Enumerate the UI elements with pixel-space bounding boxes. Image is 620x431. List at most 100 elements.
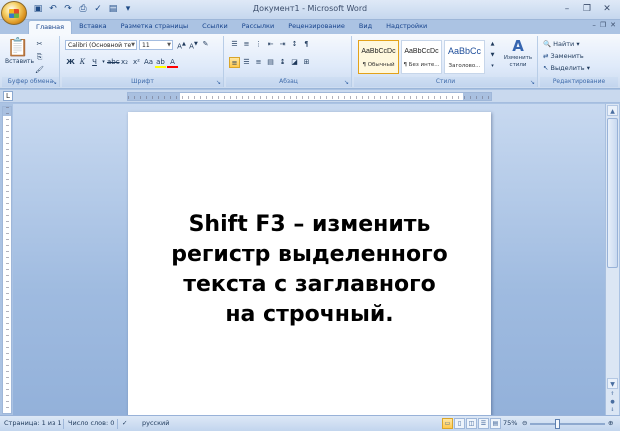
font-family-combo[interactable]: Calibri (Основной те ▼ bbox=[65, 40, 137, 50]
vertical-scrollbar[interactable]: ▲ ▼ ⇑ ● ⇓ bbox=[605, 104, 619, 415]
select-button[interactable]: ↖ Выделить ▾ bbox=[543, 62, 590, 74]
paragraph-group-label: Абзац bbox=[226, 77, 351, 87]
replace-button[interactable]: ⇄ Заменить bbox=[543, 50, 590, 62]
strikethrough-icon[interactable]: abc bbox=[107, 57, 120, 68]
highlight-icon[interactable]: ab bbox=[155, 57, 166, 68]
change-styles-icon: A bbox=[512, 37, 524, 55]
vertical-ruler[interactable] bbox=[2, 106, 12, 414]
style-no-spacing[interactable]: AaBbCcDc ¶ Без инте... bbox=[401, 40, 442, 74]
tab-insert[interactable]: Вставка bbox=[72, 20, 114, 34]
font-size-dropdown-icon[interactable]: ▼ bbox=[167, 41, 171, 49]
draft-icon[interactable]: ▤ bbox=[490, 418, 501, 429]
horizontal-ruler[interactable] bbox=[127, 92, 492, 101]
change-styles-button[interactable]: A Изменить стили bbox=[500, 38, 536, 69]
clipboard-launcher-icon[interactable]: ↘ bbox=[52, 79, 57, 86]
underline-dropdown-icon[interactable]: ▾ bbox=[101, 57, 106, 68]
document-text[interactable]: Shift F3 – изменить регистр выделенного … bbox=[128, 210, 491, 330]
grow-font-icon[interactable]: A▲ bbox=[176, 39, 187, 50]
subscript-icon[interactable]: x₂ bbox=[119, 57, 130, 68]
borders-icon[interactable]: ⊞ bbox=[301, 57, 312, 68]
proofing-icon[interactable]: ✓ bbox=[122, 419, 127, 427]
prev-page-icon[interactable]: ⇑ bbox=[607, 390, 618, 398]
language-indicator[interactable]: русский bbox=[142, 419, 170, 427]
close-icon[interactable]: ✕ bbox=[598, 2, 616, 16]
scroll-thumb[interactable] bbox=[607, 118, 618, 268]
font-size-combo[interactable]: 11 ▼ bbox=[139, 40, 173, 50]
style-normal[interactable]: AaBbCcDc ¶ Обычный bbox=[358, 40, 399, 74]
clear-formatting-icon[interactable]: ✎ bbox=[200, 39, 211, 50]
zoom-slider-knob[interactable] bbox=[555, 419, 561, 429]
align-right-icon[interactable]: ≡ bbox=[253, 57, 264, 68]
tab-references[interactable]: Ссылки bbox=[195, 20, 235, 34]
tab-review[interactable]: Рецензирование bbox=[281, 20, 352, 34]
bullets-icon[interactable]: ☰ bbox=[229, 39, 240, 50]
line-spacing-icon[interactable]: ↨ bbox=[277, 57, 288, 68]
tab-mailings[interactable]: Рассылки bbox=[235, 20, 282, 34]
font-launcher-icon[interactable]: ↘ bbox=[216, 79, 221, 86]
tab-page-layout[interactable]: Разметка страницы bbox=[114, 20, 196, 34]
shading-icon[interactable]: ◪ bbox=[289, 57, 300, 68]
tab-addins[interactable]: Надстройки bbox=[379, 20, 434, 34]
bold-icon[interactable]: Ж bbox=[65, 57, 76, 68]
cut-icon[interactable]: ✂ bbox=[34, 39, 45, 50]
styles-scroll: ▲ ▼ ▾ bbox=[487, 39, 498, 71]
scroll-down-icon[interactable]: ▼ bbox=[607, 378, 618, 389]
copy-icon[interactable]: ⎘ bbox=[34, 52, 45, 63]
shrink-font-icon[interactable]: A▼ bbox=[188, 39, 199, 50]
replace-label: Заменить bbox=[550, 52, 584, 60]
tab-selector-icon[interactable]: L bbox=[3, 91, 13, 101]
font-color-icon[interactable]: A bbox=[167, 57, 178, 68]
page-count[interactable]: Страница: 1 из 1 bbox=[4, 419, 62, 427]
word-count[interactable]: Число слов: 0 bbox=[68, 419, 114, 427]
full-screen-reading-icon[interactable]: ▯ bbox=[454, 418, 465, 429]
find-button[interactable]: 🔍 Найти ▾ bbox=[543, 38, 590, 50]
scroll-up-icon[interactable]: ▲ bbox=[607, 105, 618, 116]
zoom-slider[interactable] bbox=[530, 419, 605, 429]
browse-object-icon[interactable]: ● bbox=[607, 398, 618, 406]
paragraph-launcher-icon[interactable]: ↘ bbox=[344, 79, 349, 86]
style-heading-name: Заголово... bbox=[448, 63, 481, 69]
style-heading[interactable]: AaBbCc Заголово... bbox=[444, 40, 485, 74]
document-page[interactable]: Shift F3 – изменить регистр выделенного … bbox=[128, 112, 491, 422]
align-center-icon[interactable]: ☰ bbox=[241, 57, 252, 68]
zoom-in-icon[interactable]: ⊕ bbox=[608, 419, 613, 427]
superscript-icon[interactable]: x² bbox=[131, 57, 142, 68]
web-layout-icon[interactable]: ◫ bbox=[466, 418, 477, 429]
paste-button[interactable]: 📋 Вставить bbox=[5, 38, 34, 66]
doc-minimize-icon[interactable]: – bbox=[592, 21, 596, 29]
styles-more-icon[interactable]: ▾ bbox=[487, 61, 498, 71]
next-page-icon[interactable]: ⇓ bbox=[607, 406, 618, 414]
styles-up-icon[interactable]: ▲ bbox=[487, 39, 498, 49]
select-icon: ↖ bbox=[543, 64, 549, 72]
document-workspace: Shift F3 – изменить регистр выделенного … bbox=[13, 104, 605, 422]
increase-indent-icon[interactable]: ⇥ bbox=[277, 39, 288, 50]
tab-home[interactable]: Главная bbox=[28, 20, 73, 34]
change-case-icon[interactable]: Aa bbox=[143, 57, 154, 68]
decrease-indent-icon[interactable]: ⇤ bbox=[265, 39, 276, 50]
minimize-icon[interactable]: – bbox=[558, 2, 576, 16]
doc-close-icon[interactable]: ✕ bbox=[610, 21, 616, 29]
format-painter-icon[interactable]: 🖌 bbox=[34, 65, 45, 76]
sort-icon[interactable]: ↕ bbox=[289, 39, 300, 50]
office-button[interactable] bbox=[1, 1, 27, 25]
show-marks-icon[interactable]: ¶ bbox=[301, 39, 312, 50]
italic-icon[interactable]: К bbox=[77, 57, 88, 68]
multilevel-list-icon[interactable]: ⋮ bbox=[253, 39, 264, 50]
print-layout-icon[interactable]: ▭ bbox=[442, 418, 453, 429]
tab-view[interactable]: Вид bbox=[352, 20, 379, 34]
styles-down-icon[interactable]: ▼ bbox=[487, 50, 498, 60]
zoom-level[interactable]: 75% bbox=[503, 419, 517, 427]
document-line: на строчный. bbox=[225, 302, 394, 327]
doc-restore-icon[interactable]: ❐ bbox=[600, 21, 606, 29]
font-family-dropdown-icon[interactable]: ▼ bbox=[131, 41, 135, 49]
outline-icon[interactable]: ☰ bbox=[478, 418, 489, 429]
justify-icon[interactable]: ▤ bbox=[265, 57, 276, 68]
zoom-out-icon[interactable]: ⊖ bbox=[522, 419, 527, 427]
align-left-icon[interactable]: ≡ bbox=[229, 57, 240, 68]
numbering-icon[interactable]: ≡ bbox=[241, 39, 252, 50]
maximize-icon[interactable]: ❐ bbox=[578, 2, 596, 16]
ruler-bar: L bbox=[0, 90, 620, 103]
style-heading-preview: AaBbCc bbox=[447, 46, 482, 56]
underline-icon[interactable]: Ч bbox=[89, 57, 100, 68]
styles-launcher-icon[interactable]: ↘ bbox=[530, 79, 535, 86]
